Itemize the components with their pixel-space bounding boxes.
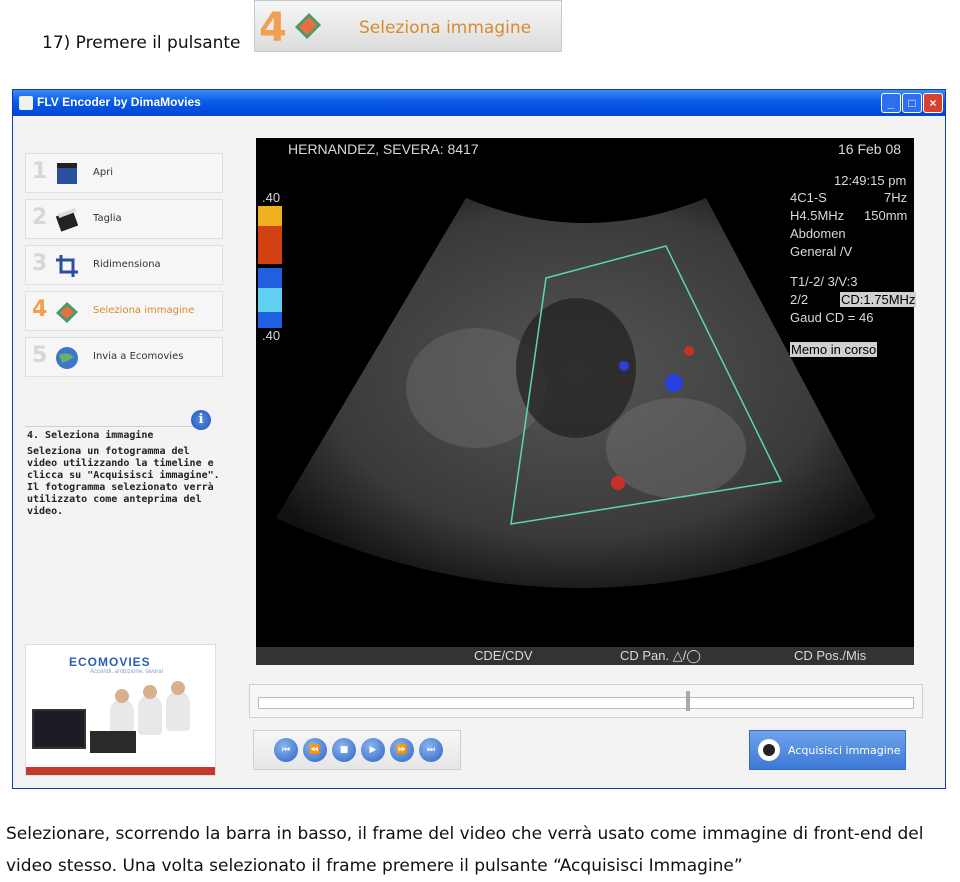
- image-select-icon: [295, 13, 321, 39]
- status-left: CDE/CDV: [474, 648, 533, 663]
- timeline-slider[interactable]: [249, 684, 923, 718]
- playback-controls: ⏮ ⏪ ■ ▶ ⏩ ⏭: [253, 730, 461, 770]
- person-head: [115, 689, 129, 703]
- maximize-button[interactable]: □: [902, 93, 922, 113]
- nav-label: Apri: [93, 167, 114, 178]
- window-title: FLV Encoder by DimaMovies: [37, 95, 201, 109]
- ecomovies-tagline: Accendi, ambizione, lavora!: [90, 669, 164, 675]
- ecomovies-banner[interactable]: ECOMOVIES Accendi, ambizione, lavora!: [25, 644, 216, 776]
- param: H4.5MHz: [790, 208, 845, 223]
- param: General /V: [790, 244, 853, 259]
- nav-item-apri[interactable]: 1 Apri: [25, 153, 223, 193]
- param: 7Hz: [884, 190, 908, 205]
- first-frame-icon[interactable]: ⏮: [274, 738, 298, 762]
- close-button[interactable]: ×: [923, 93, 943, 113]
- patient-name: HERNANDEZ, SEVERA: 8417: [288, 141, 479, 157]
- param: Gaud CD = 46: [790, 310, 874, 325]
- minimize-button[interactable]: _: [881, 93, 901, 113]
- instruction-top: 17) Premere il pulsante: [42, 33, 241, 53]
- nav-label: Seleziona immagine: [93, 305, 195, 316]
- status-right: CD Pos./Mis: [794, 648, 867, 663]
- nav-label: Taglia: [93, 213, 122, 224]
- param: T1/-2/ 3/V:3: [790, 274, 858, 289]
- help-body: Seleziona un fotogramma del video utiliz…: [27, 446, 220, 517]
- title-bar[interactable]: FLV Encoder by DimaMovies _ □ ×: [13, 90, 945, 116]
- memo-label: Memo in corso: [790, 342, 878, 357]
- nav-number: 3: [32, 251, 48, 276]
- scale-top: .40: [262, 190, 281, 205]
- nav-item-ridimensiona[interactable]: 3 Ridimensiona: [25, 245, 223, 285]
- param: Abdomen: [790, 226, 846, 241]
- banner-strip: [26, 767, 215, 775]
- nav-item-taglia[interactable]: 2 Taglia: [25, 199, 223, 239]
- person-head: [143, 685, 157, 699]
- video-status-bar: CDE/CDV CD Pan. △/◯ CD Pos./Mis: [256, 647, 914, 665]
- nav-label: Invia a Ecomovies: [93, 351, 184, 362]
- button-number: 4: [259, 5, 287, 51]
- nav-item-invia-ecomovies[interactable]: 5 Invia a Ecomovies: [25, 337, 223, 377]
- status-mid: CD Pan. △/◯: [620, 648, 701, 663]
- nav-number: 1: [32, 159, 48, 184]
- stop-icon[interactable]: ■: [332, 738, 356, 762]
- play-icon[interactable]: ▶: [361, 738, 385, 762]
- film-clapper-icon: [57, 163, 77, 184]
- help-panel: i 4. Seleziona immagine Seleziona un fot…: [25, 410, 225, 536]
- fast-forward-icon[interactable]: ⏩: [390, 738, 414, 762]
- timeline-track[interactable]: [258, 697, 914, 709]
- scan-date: 16 Feb 08: [838, 141, 902, 157]
- param: 150mm: [864, 208, 908, 223]
- camera-icon: [758, 739, 780, 761]
- laptop-image: [90, 731, 136, 753]
- app-icon: [19, 96, 33, 110]
- nav-number: 2: [32, 205, 48, 230]
- app-window: FLV Encoder by DimaMovies _ □ × 1 Apri 2…: [12, 89, 946, 789]
- video-preview: HERNANDEZ, SEVERA: 8417 16 Feb 08 12:49:…: [256, 138, 917, 665]
- rewind-icon[interactable]: ⏪: [303, 738, 327, 762]
- nav-item-seleziona-immagine[interactable]: 4 Seleziona immagine: [25, 291, 223, 331]
- instruction-button-image: 4 Seleziona immagine: [254, 0, 562, 52]
- ecomovies-logo: ECOMOVIES: [69, 655, 151, 669]
- scissors-clapper-icon: [55, 208, 79, 232]
- globe-icon: [56, 347, 78, 369]
- nav-number: 5: [32, 343, 48, 368]
- image-select-icon: [56, 302, 78, 323]
- monitor-image: [32, 709, 86, 749]
- client-area: 1 Apri 2 Taglia 3 Ridimensiona 4 Selezio…: [13, 116, 945, 788]
- button-label: Seleziona immagine: [359, 18, 532, 38]
- last-frame-icon[interactable]: ⏭: [419, 738, 443, 762]
- info-icon[interactable]: i: [191, 410, 211, 430]
- person-image: [166, 691, 190, 731]
- scale-bottom: .40: [262, 328, 281, 343]
- scan-time: 12:49:15 pm: [834, 173, 907, 188]
- person-image: [138, 695, 162, 735]
- instruction-bottom: Selezionare, scorrendo la barra in basso…: [6, 824, 924, 876]
- person-head: [171, 681, 185, 695]
- param: CD:1.75MHz: [840, 292, 917, 307]
- nav-number: 4: [32, 297, 48, 322]
- divider: [25, 426, 195, 427]
- param: 2/2: [790, 292, 809, 307]
- acquire-image-button[interactable]: Acquisisci immagine: [749, 730, 906, 770]
- acquire-label: Acquisisci immagine: [788, 744, 901, 757]
- nav-label: Ridimensiona: [93, 259, 161, 270]
- help-title: 4. Seleziona immagine: [27, 430, 154, 441]
- param: 4C1-S: [790, 190, 827, 205]
- crop-icon: [56, 255, 78, 277]
- timeline-thumb[interactable]: [685, 691, 690, 711]
